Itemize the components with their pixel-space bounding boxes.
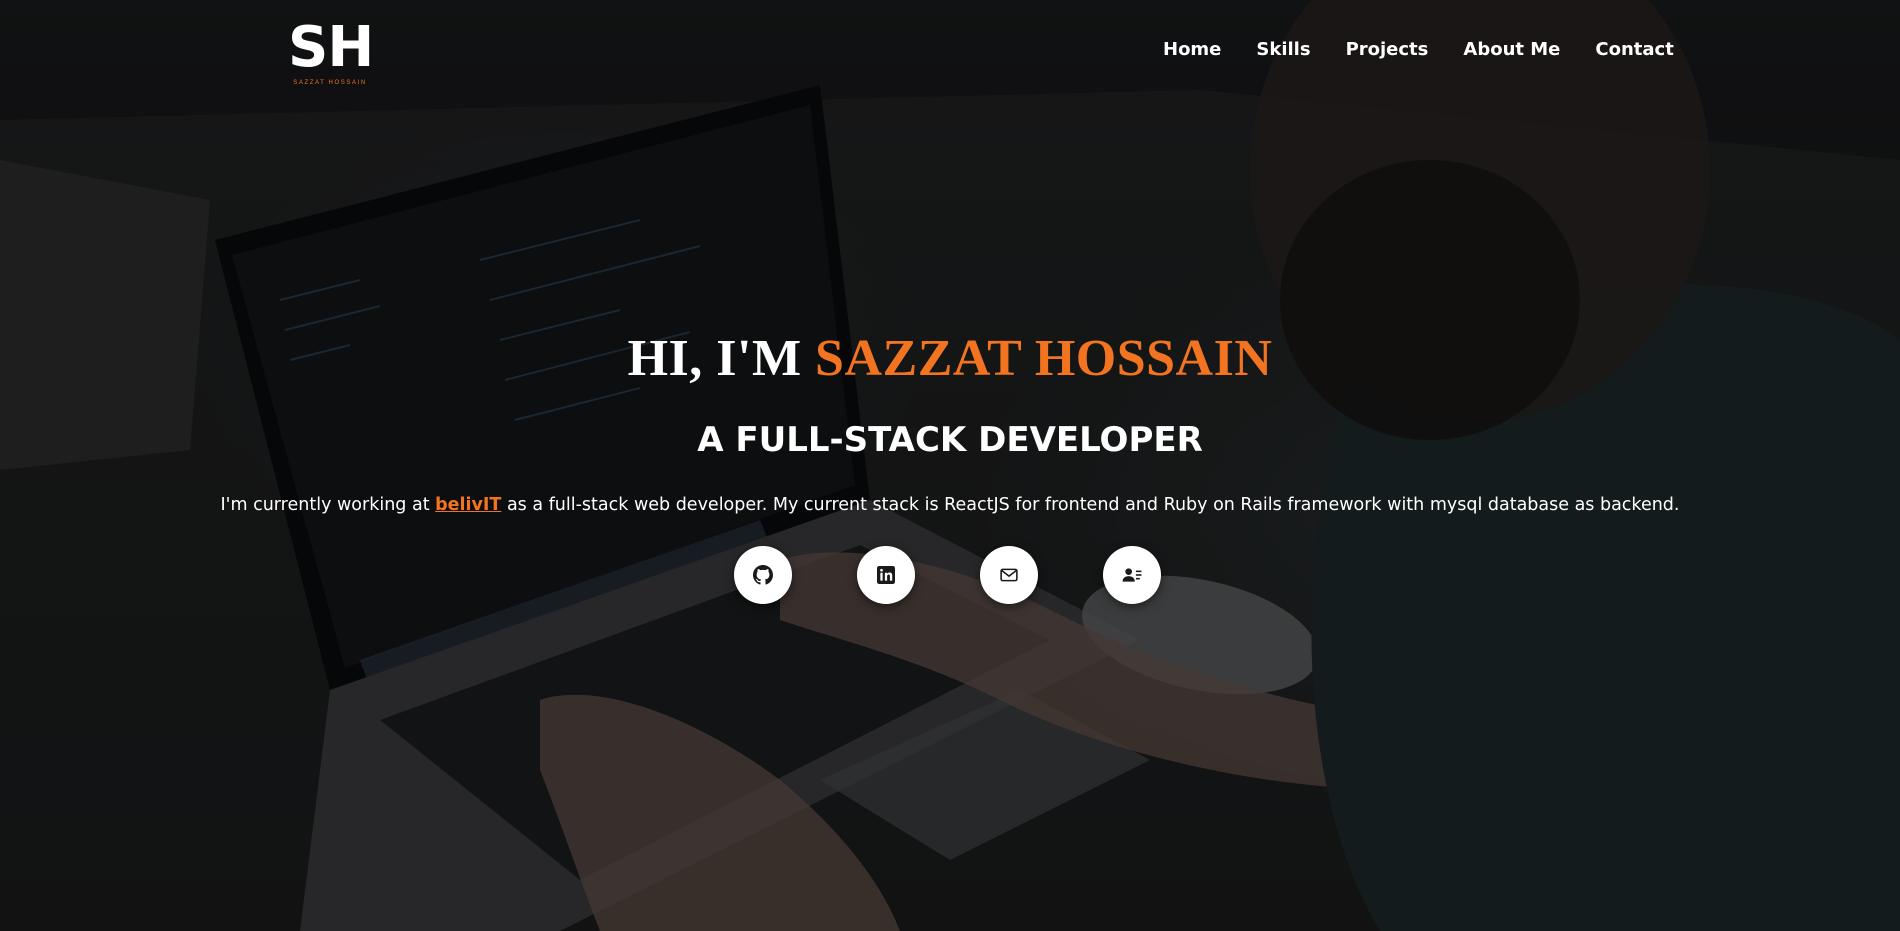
hero-title-prefix: HI, I'M	[627, 330, 816, 387]
hero-title-name: SAZZAT HOSSAIN	[815, 330, 1273, 387]
bio-text-before: I'm currently working at	[220, 495, 436, 515]
hero-content: HI, I'M SAZZAT HOSSAIN A FULL-STACK DEVE…	[0, 0, 1900, 931]
bio-text-after: as a full-stack web developer. My curren…	[501, 495, 1680, 515]
github-icon	[753, 565, 773, 585]
linkedin-icon	[877, 566, 895, 584]
hero-subtitle: A FULL-STACK DEVELOPER	[697, 420, 1203, 460]
employer-link[interactable]: belivIT	[435, 495, 501, 515]
contact-card-icon	[1122, 568, 1142, 582]
hero-section: SH SAZZAT HOSSAIN Home Skills Projects A…	[0, 0, 1900, 931]
mail-icon	[1000, 568, 1018, 582]
linkedin-button[interactable]	[857, 546, 915, 604]
social-links	[734, 546, 1161, 604]
email-button[interactable]	[980, 546, 1038, 604]
hero-bio: I'm currently working at belivIT as a fu…	[0, 492, 1900, 518]
contact-card-button[interactable]	[1103, 546, 1161, 604]
hero-title: HI, I'M SAZZAT HOSSAIN	[0, 328, 1900, 390]
github-button[interactable]	[734, 546, 792, 604]
